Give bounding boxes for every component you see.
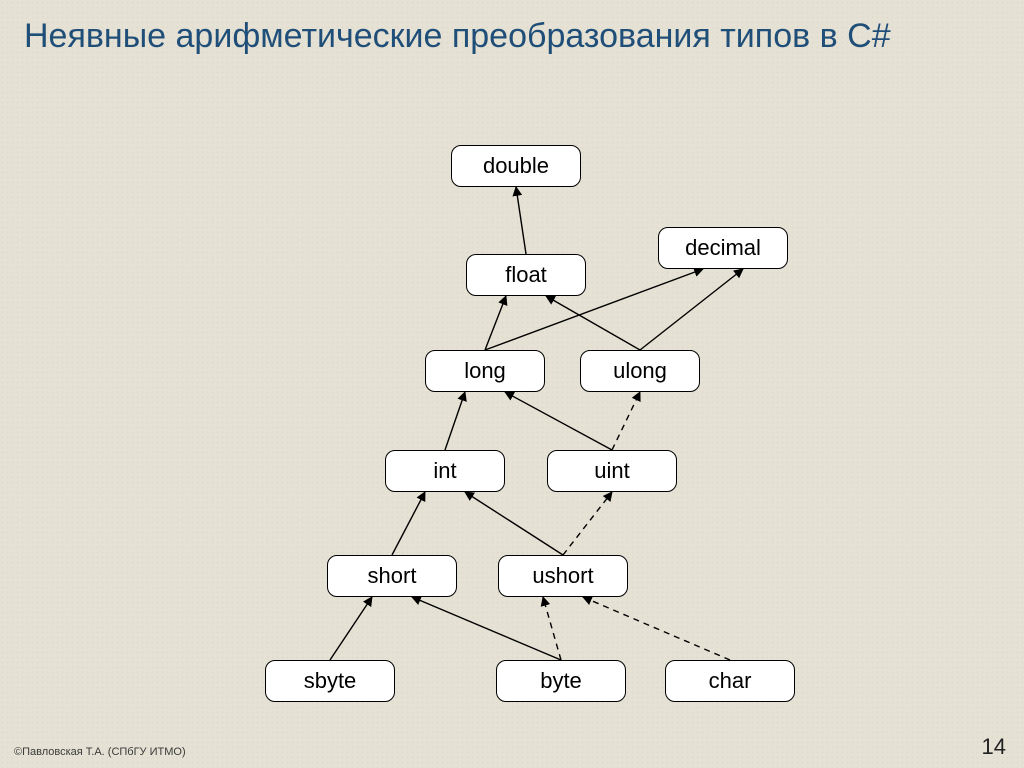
node-ulong: ulong [580, 350, 700, 392]
node-int: int [385, 450, 505, 492]
node-short: short [327, 555, 457, 597]
edge-long-to-float [485, 296, 506, 350]
edge-uint-to-long [505, 392, 612, 450]
node-double: double [451, 145, 581, 187]
edge-sbyte-to-short [330, 597, 372, 660]
edge-int-to-long [445, 392, 465, 450]
node-uint: uint [547, 450, 677, 492]
edge-ulong-to-float [546, 296, 640, 350]
edge-byte-to-ushort [543, 597, 561, 660]
edge-ulong-to-decimal [640, 269, 743, 350]
node-byte: byte [496, 660, 626, 702]
node-sbyte: sbyte [265, 660, 395, 702]
node-ushort: ushort [498, 555, 628, 597]
node-char: char [665, 660, 795, 702]
edge-uint-to-ulong [612, 392, 640, 450]
page-number: 14 [982, 734, 1006, 760]
node-float: float [466, 254, 586, 296]
edge-short-to-int [392, 492, 425, 555]
edge-char-to-ushort [583, 597, 730, 660]
slide-title: Неявные арифметические преобразования ти… [24, 16, 1000, 57]
edge-ushort-to-uint [563, 492, 612, 555]
edge-float-to-double [516, 187, 526, 254]
node-long: long [425, 350, 545, 392]
edge-byte-to-short [412, 597, 561, 660]
node-decimal: decimal [658, 227, 788, 269]
copyright-text: ©Павловская Т.А. (СПбГУ ИТМО) [14, 746, 186, 758]
edge-ushort-to-int [465, 492, 563, 555]
